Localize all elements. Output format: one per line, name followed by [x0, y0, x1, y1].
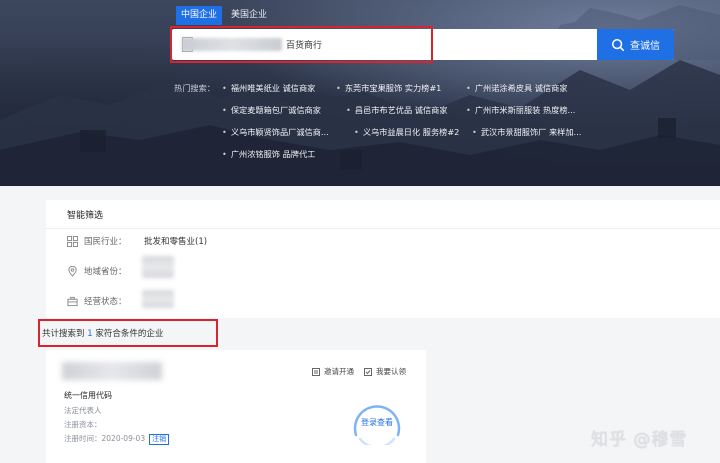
status-badge: 注销 — [149, 434, 170, 445]
divider — [46, 228, 720, 229]
redacted-status-value — [142, 290, 174, 308]
search-button-label: 查诚信 — [630, 41, 660, 52]
redacted-company-title — [62, 362, 162, 380]
checkbox-icon — [364, 367, 372, 376]
card-actions: 邀请开通 我要认领 — [312, 366, 406, 377]
filter-status: 经营状态： — [67, 295, 127, 307]
hot-search-item[interactable]: 东莞市宝果服饰 实力榜#1 — [336, 77, 442, 99]
tab-china[interactable]: 中国企业 — [176, 6, 223, 25]
result-highlight-box — [38, 319, 218, 347]
panel-title: 智能筛选 — [67, 211, 104, 221]
filter-industry-value[interactable]: 批发和零售业(1) — [144, 235, 207, 247]
redacted-region-value — [142, 256, 174, 278]
grid-icon — [67, 235, 78, 247]
claim-label: 我要认领 — [376, 367, 406, 376]
filter-status-label: 经营状态： — [84, 297, 127, 307]
hot-search-item[interactable]: 广州市米斯丽服装 热度榜... — [466, 99, 575, 121]
watermark: 知乎 @穆雪 — [591, 430, 688, 450]
filter-industry-label: 国民行业： — [84, 237, 127, 247]
location-pin-icon — [68, 265, 77, 277]
region-tabs: 中国企业 美国企业 — [176, 6, 272, 25]
login-view-button[interactable]: 登录查看 — [346, 417, 408, 428]
hot-search-item[interactable]: 广州诺涂希皮具 诚信商家 — [466, 77, 568, 99]
reg-time-text: 注册时间：2020-09-03 — [64, 434, 146, 443]
invite-icon — [312, 367, 320, 376]
filter-region-label: 地域省份： — [84, 267, 127, 277]
search-highlight-box — [170, 26, 433, 63]
hot-search-item[interactable]: 义乌市益晨日化 服务榜#2 — [354, 121, 460, 143]
tab-usa[interactable]: 美国企业 — [226, 6, 272, 25]
hot-search-item[interactable]: 昌邑市布艺优品 诚信商家 — [346, 99, 448, 121]
briefcase-icon — [67, 296, 78, 306]
hot-search-item[interactable]: 保定麦题箱包厂诚信商家 — [222, 99, 321, 121]
search-button[interactable]: 查诚信 — [597, 29, 674, 60]
hero-banner: 中国企业 美国企业 查诚信 热门搜索： 福州唯美纸业 诚信商家 东莞市宝果服饰 … — [0, 0, 720, 186]
invite-action[interactable]: 邀请开通 — [312, 366, 354, 377]
search-icon — [611, 38, 625, 51]
legal-rep-label: 法定代表人 — [64, 406, 102, 415]
hot-search-label: 热门搜索： — [174, 83, 215, 93]
reg-capital-label: 注册资本： — [64, 420, 102, 429]
company-card[interactable]: 邀请开通 我要认领 统一信用代码 法定代表人 注册资本： 注册时间：2020-0… — [46, 350, 426, 463]
hot-search-item[interactable]: 武汉市景甜服饰厂 来样加... — [472, 121, 581, 143]
reg-time: 注册时间：2020-09-03 注销 — [64, 433, 170, 445]
hot-search-item[interactable]: 义乌市颖贤饰品厂诚信商... — [222, 121, 329, 143]
filter-industry: 国民行业： — [67, 235, 127, 247]
hot-search-item[interactable]: 广州浓铭服饰 品牌代工 — [222, 143, 315, 165]
filter-region: 地域省份： — [67, 265, 127, 277]
smart-filter-panel: 智能筛选 国民行业： 批发和零售业(1) 地域省份： 经营状态： — [46, 200, 720, 318]
invite-label: 邀请开通 — [324, 367, 354, 376]
claim-action[interactable]: 我要认领 — [364, 366, 406, 377]
credit-code-label: 统一信用代码 — [64, 391, 112, 400]
hot-search-item[interactable]: 福州唯美纸业 诚信商家 — [222, 77, 315, 99]
